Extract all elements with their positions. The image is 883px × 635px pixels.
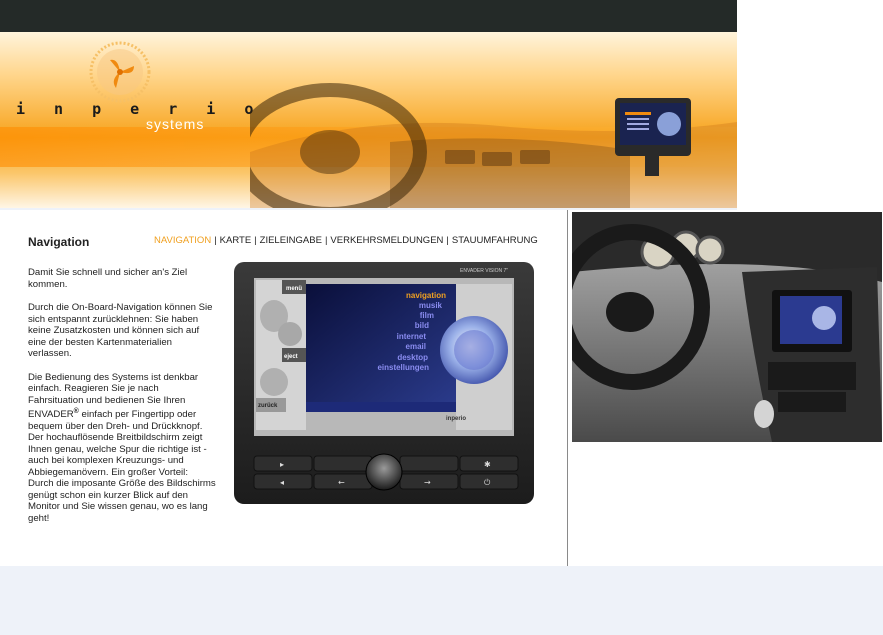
header-right-blank <box>737 0 883 210</box>
menu-item-bild: bild <box>415 321 429 330</box>
section-nav: NAVIGATION | KARTE | ZIELEINGABE | VERKEHRSMEL… <box>154 235 538 246</box>
rotary-knob <box>365 453 403 491</box>
nav-navigation[interactable]: NAVIGATION <box>154 235 211 246</box>
brand-wordmark: i n p e r i o <box>16 100 264 118</box>
page-title: Navigation <box>28 235 90 249</box>
paragraph-onboard: Durch die On-Board-Navigation können Sie… <box>28 302 213 359</box>
eject-button-label: eject <box>284 354 298 360</box>
paragraph-intro: Damit Sie schnell und sicher an's Ziel k… <box>28 267 188 290</box>
car-interior-photo <box>572 212 882 442</box>
nav-zieleingabe[interactable]: ZIELEINGABE <box>260 235 322 246</box>
svg-text:◂: ◂ <box>280 478 284 487</box>
bezel-brand: inperio <box>446 416 466 422</box>
svg-text:✱: ✱ <box>484 460 491 469</box>
menu-item-navigation: navigation <box>406 291 446 300</box>
device-model-label: ENVADER VISION 7" <box>460 268 508 274</box>
svg-text:←: ← <box>338 478 345 487</box>
nav-stauumfahrung[interactable]: STAUUMFAHRUNG <box>452 235 538 246</box>
menu-item-einstellungen: einstellungen <box>377 363 429 372</box>
menu-item-musik: musik <box>419 301 443 310</box>
menu-item-desktop: desktop <box>397 353 428 362</box>
dashboard-illustration <box>250 83 737 208</box>
body-text: Damit Sie schnell und sicher an's Ziel k… <box>28 267 216 536</box>
paragraph-bedienung: Die Bedienung des Systems ist denkbar ei… <box>28 371 216 524</box>
inperio-logo-icon <box>89 41 151 103</box>
brand-sub: systems <box>146 116 205 132</box>
menu-item-email: email <box>406 342 426 351</box>
header-banner: i n p e r i o systems <box>0 32 737 208</box>
menu-item-internet: internet <box>397 332 427 341</box>
nav-karte[interactable]: KARTE <box>220 235 252 246</box>
svg-text:→: → <box>424 478 431 487</box>
menu-item-film: film <box>420 311 434 320</box>
back-button-label: zurück <box>258 403 278 409</box>
svg-text:⏻: ⏻ <box>484 478 491 487</box>
svg-text:▸: ▸ <box>280 460 284 469</box>
content-panel: Navigation NAVIGATION | KARTE | ZIELEINGABE |… <box>0 210 568 566</box>
nav-verkehrsmeldungen[interactable]: VERKEHRSMELDUNGEN <box>330 235 443 246</box>
top-bar <box>0 0 737 32</box>
menu-button-label: menü <box>286 286 302 292</box>
envader-device: ENVADER VISION 7" menü eject zurück inpe… <box>234 262 534 504</box>
